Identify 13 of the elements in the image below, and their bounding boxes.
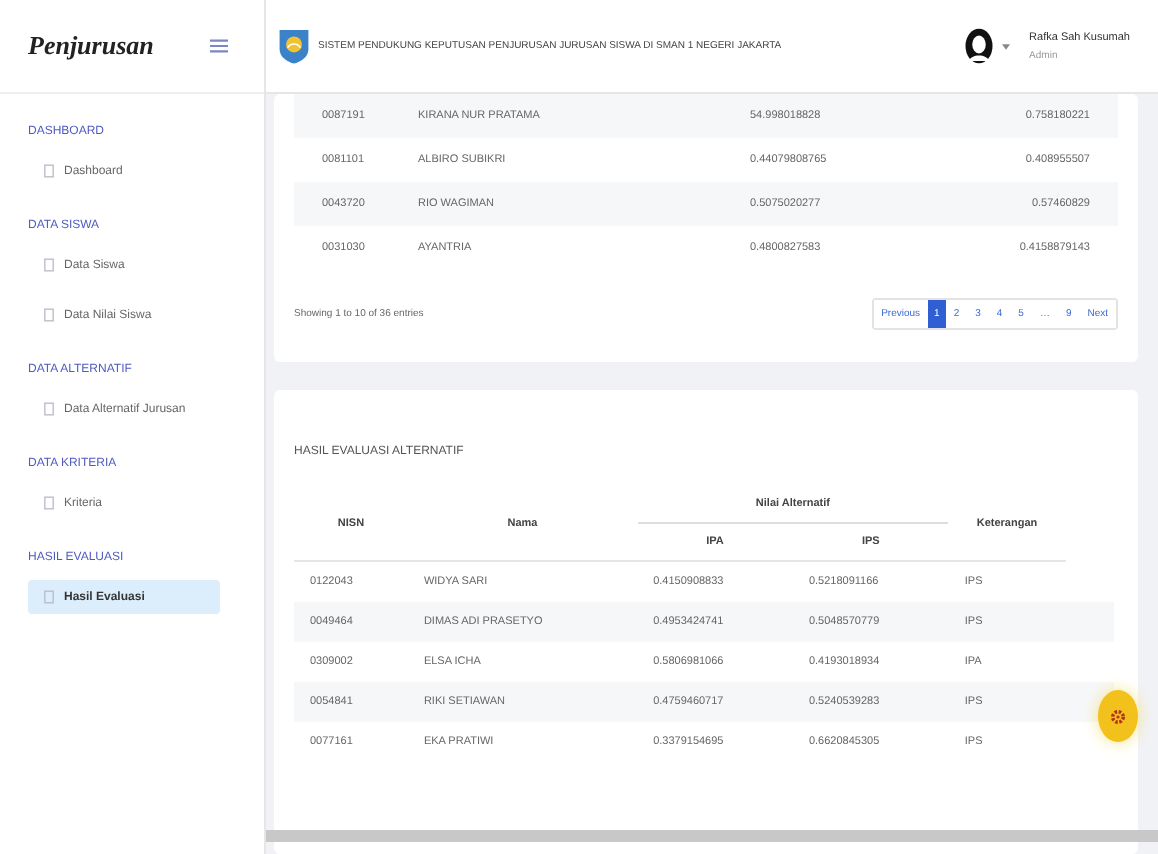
emblem-icon: [278, 26, 310, 66]
menu-icon[interactable]: [210, 38, 228, 54]
avatar-icon[interactable]: [963, 28, 994, 64]
scrollbar[interactable]: [266, 830, 1158, 842]
document-icon: [44, 402, 54, 416]
document-icon: [44, 590, 54, 604]
brand-logo: Penjurusan: [28, 30, 154, 62]
gear-icon: [1110, 707, 1126, 725]
caret-icon[interactable]: [1001, 43, 1010, 49]
document-icon: [44, 258, 54, 272]
document-icon: [44, 496, 54, 510]
document-icon: [44, 308, 54, 322]
document-icon: [44, 164, 54, 178]
